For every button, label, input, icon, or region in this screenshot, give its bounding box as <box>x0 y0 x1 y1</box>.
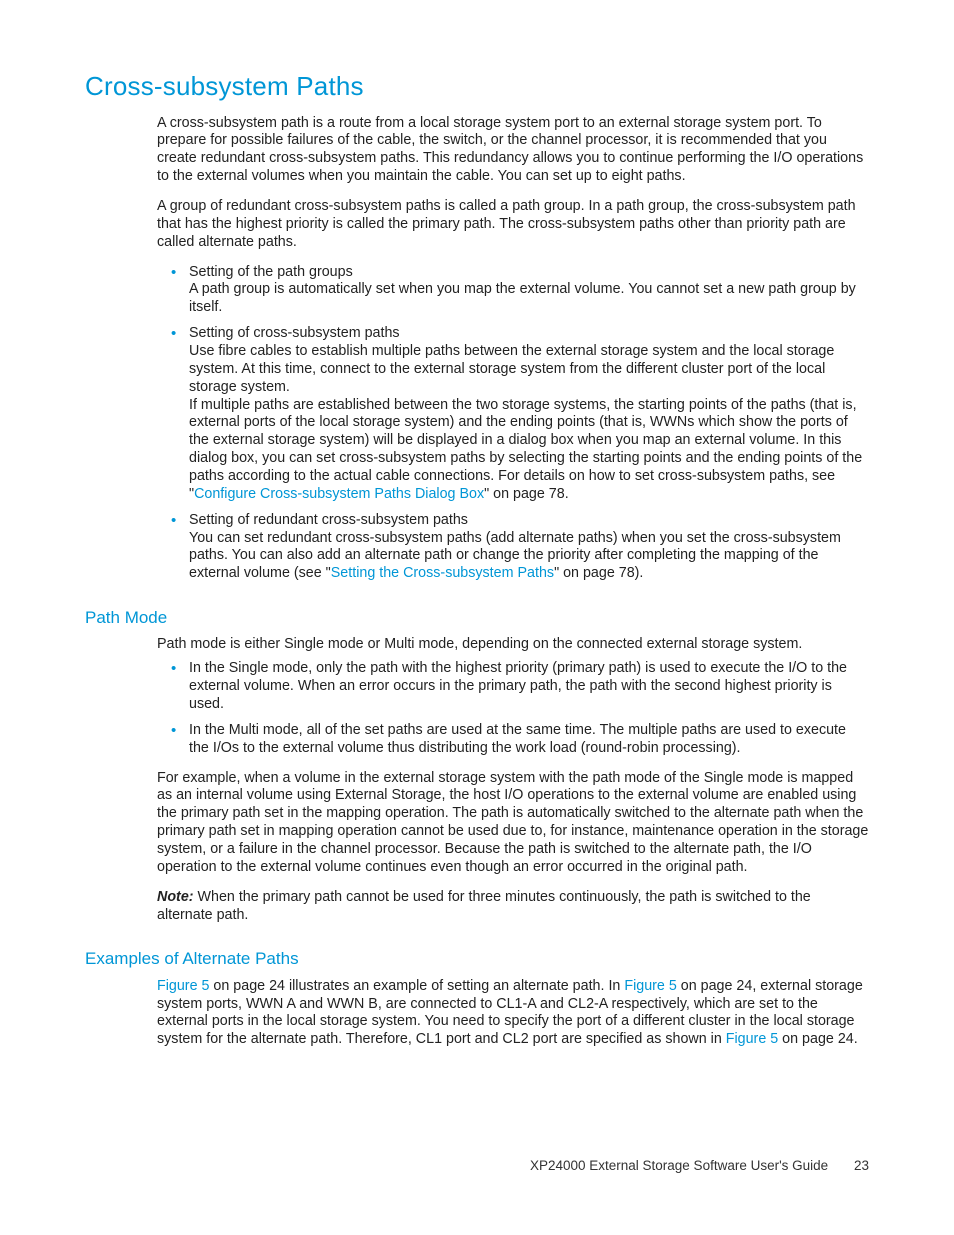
page-footer: XP24000 External Storage Software User's… <box>530 1158 869 1175</box>
link-figure-5[interactable]: Figure 5 <box>157 978 209 994</box>
list-item: Setting of the path groups A path group … <box>175 264 869 318</box>
list-item-title: Setting of redundant cross-subsystem pat… <box>189 512 468 528</box>
list-item-text: " on page 78). <box>554 565 643 581</box>
link-figure-5[interactable]: Figure 5 <box>726 1031 778 1047</box>
section-body: A cross-subsystem path is a route from a… <box>157 115 869 584</box>
section-body: Path mode is either Single mode or Multi… <box>157 636 869 924</box>
link-figure-5[interactable]: Figure 5 <box>624 978 676 994</box>
list-item: In the Single mode, only the path with t… <box>175 660 869 714</box>
note-label: Note: <box>157 889 194 905</box>
note-paragraph: Note: When the primary path cannot be us… <box>157 889 869 925</box>
link-setting-paths[interactable]: Setting the Cross-subsystem Paths <box>331 565 554 581</box>
link-configure-dialog[interactable]: Configure Cross-subsystem Paths Dialog B… <box>194 486 484 502</box>
list-item-text: A path group is automatically set when y… <box>189 281 856 315</box>
list-item-text: Use fibre cables to establish multiple p… <box>189 343 834 395</box>
footer-page-number: 23 <box>854 1158 869 1173</box>
text-segment: on page 24 illustrates an example of set… <box>209 978 624 994</box>
bullet-list: Setting of the path groups A path group … <box>157 264 869 584</box>
list-item-text: " on page 78. <box>484 486 569 502</box>
note-text: When the primary path cannot be used for… <box>157 889 811 923</box>
section-body: Figure 5 on page 24 illustrates an examp… <box>157 978 869 1049</box>
heading-cross-subsystem-paths: Cross-subsystem Paths <box>85 70 869 103</box>
list-item: Setting of redundant cross-subsystem pat… <box>175 512 869 583</box>
list-item-title: Setting of cross-subsystem paths <box>189 325 400 341</box>
paragraph: A group of redundant cross-subsystem pat… <box>157 198 869 252</box>
heading-examples-alternate-paths: Examples of Alternate Paths <box>85 948 869 969</box>
paragraph: Path mode is either Single mode or Multi… <box>157 636 869 654</box>
footer-title: XP24000 External Storage Software User's… <box>530 1158 828 1173</box>
list-item-title: Setting of the path groups <box>189 264 353 280</box>
heading-path-mode: Path Mode <box>85 607 869 628</box>
bullet-list: In the Single mode, only the path with t… <box>157 660 869 757</box>
paragraph: Figure 5 on page 24 illustrates an examp… <box>157 978 869 1049</box>
list-item: In the Multi mode, all of the set paths … <box>175 722 869 758</box>
list-item: Setting of cross-subsystem paths Use fib… <box>175 325 869 504</box>
paragraph: For example, when a volume in the extern… <box>157 770 869 877</box>
paragraph: A cross-subsystem path is a route from a… <box>157 115 869 186</box>
document-page: Cross-subsystem Paths A cross-subsystem … <box>0 0 954 1235</box>
text-segment: on page 24. <box>778 1031 858 1047</box>
